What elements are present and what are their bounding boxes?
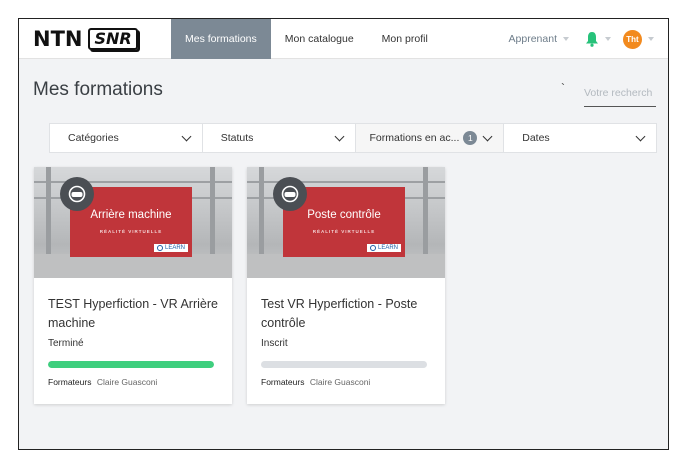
course-trainers: Formateurs Claire Guasconi (48, 377, 157, 387)
ntn-snr-logo[interactable]: NTN SNR (33, 27, 138, 51)
vr-headset-icon (273, 177, 307, 211)
trainers-name: Claire Guasconi (309, 377, 371, 387)
course-card[interactable]: Poste contrôle RÉALITÉ VIRTUELLE LEARN T… (247, 167, 445, 404)
filter-formations-en-cours[interactable]: Formations en ac... 1 (355, 124, 505, 152)
learn-icon (369, 245, 376, 251)
filter-bar: Catégories Statuts Formations en ac... 1… (49, 123, 657, 153)
learn-label: LEARN (377, 245, 398, 251)
filter-dates[interactable]: Dates (504, 124, 656, 152)
course-trainers: Formateurs Claire Guasconi (261, 377, 370, 387)
chevron-down-icon (563, 37, 569, 41)
filter-statuts[interactable]: Statuts (203, 124, 356, 152)
app-window: NTN SNR Mes formations Mon catalogue Mon… (18, 18, 669, 450)
bell-icon (586, 32, 598, 47)
learn-tag: LEARN (366, 244, 401, 252)
filter-count-badge: 1 (463, 131, 478, 145)
banner-subtitle: RÉALITÉ VIRTUELLE (312, 229, 376, 234)
filter-label: Dates (522, 132, 550, 144)
chevron-down-icon (334, 131, 344, 141)
chevron-down-icon (181, 131, 192, 141)
vr-headset-icon (60, 177, 94, 211)
logo-snr-text: SNR (88, 28, 138, 50)
chevron-down-icon (605, 37, 611, 41)
filter-label: Catégories (68, 132, 119, 144)
trainers-label: Formateurs (261, 377, 305, 387)
user-menu[interactable]: Tht (623, 29, 654, 49)
progress-fill (48, 361, 214, 368)
factory-floor (34, 254, 232, 278)
banner-title: Poste contrôle (307, 209, 381, 221)
avatar: Tht (623, 29, 642, 49)
factory-floor (247, 254, 445, 278)
chevron-down-icon (635, 131, 646, 141)
banner-subtitle: RÉALITÉ VIRTUELLE (99, 229, 163, 234)
search-input[interactable] (584, 81, 656, 105)
course-title[interactable]: TEST Hyperfiction - VR Arrière machine (48, 295, 224, 333)
course-thumbnail: Poste contrôle RÉALITÉ VIRTUELLE LEARN (247, 167, 445, 278)
logo-ntn-text: NTN (33, 27, 83, 51)
filter-left-group: Formations en ac... 1 (370, 131, 478, 145)
nav-user-area: Apprenant Tht (509, 19, 654, 59)
progress-bar (261, 361, 427, 368)
progress-bar (48, 361, 214, 368)
main-nav: Mes formations Mon catalogue Mon profil (171, 19, 442, 59)
course-title[interactable]: Test VR Hyperfiction - Poste contrôle (261, 295, 437, 333)
nav-mes-formations[interactable]: Mes formations (171, 19, 271, 59)
learn-tag: LEARN (153, 244, 188, 252)
search-box (584, 81, 656, 107)
chevron-down-icon (482, 131, 493, 141)
learn-label: LEARN (164, 245, 185, 251)
top-navigation-bar: NTN SNR Mes formations Mon catalogue Mon… (19, 19, 668, 59)
vr-headset-glyph (281, 185, 299, 203)
trainers-name: Claire Guasconi (96, 377, 158, 387)
chevron-down-icon (648, 37, 654, 41)
nav-mon-profil[interactable]: Mon profil (368, 19, 442, 59)
banner-title: Arrière machine (90, 209, 172, 221)
course-status: Inscrit (261, 338, 288, 349)
filter-label: Statuts (220, 132, 254, 144)
course-status: Terminé (48, 338, 84, 349)
course-thumbnail: Arrière machine RÉALITÉ VIRTUELLE LEARN (34, 167, 232, 278)
filter-categories[interactable]: Catégories (50, 124, 203, 152)
role-dropdown[interactable]: Apprenant (509, 33, 569, 45)
filter-label: Formations en ac... (369, 132, 460, 144)
stray-mark: ` (561, 81, 565, 95)
trainers-label: Formateurs (48, 377, 92, 387)
page-title: Mes formations (33, 79, 163, 100)
learn-icon (156, 245, 163, 251)
notifications-button[interactable] (585, 31, 611, 47)
vr-headset-glyph (68, 185, 86, 203)
nav-mon-catalogue[interactable]: Mon catalogue (271, 19, 368, 59)
course-card[interactable]: Arrière machine RÉALITÉ VIRTUELLE LEARN … (34, 167, 232, 404)
role-label: Apprenant (508, 33, 557, 45)
